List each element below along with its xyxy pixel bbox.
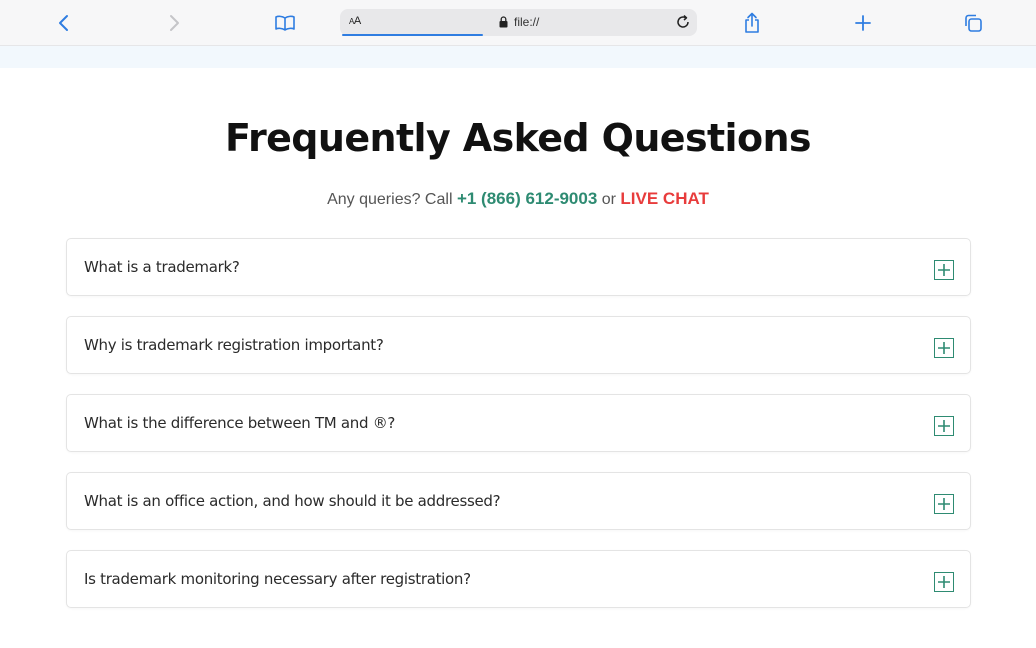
chevron-left-icon <box>59 15 68 31</box>
faq-item[interactable]: What is an office action, and how should… <box>66 472 971 530</box>
share-button[interactable] <box>737 8 767 38</box>
share-icon <box>745 12 759 33</box>
contact-line: Any queries? Call +1 (866) 612-9003 or L… <box>0 189 1036 209</box>
phone-link[interactable]: +1 (866) 612-9003 <box>457 189 597 208</box>
plus-square-icon[interactable] <box>934 494 954 514</box>
book-icon <box>275 15 295 31</box>
tabs-icon <box>965 14 982 32</box>
plus-square-icon[interactable] <box>934 416 954 436</box>
lock-icon <box>499 16 508 28</box>
address-bar[interactable]: AA file:// <box>340 9 697 36</box>
faq-item[interactable]: What is a trademark? <box>66 238 971 296</box>
reader-button[interactable] <box>270 8 300 38</box>
contact-prefix: Any queries? Call <box>327 191 457 208</box>
text-size-button[interactable]: AA <box>349 15 361 27</box>
page-title: Frequently Asked Questions <box>225 116 812 160</box>
url-text: file:// <box>514 15 540 29</box>
faq-question: What is an office action, and how should… <box>84 492 501 510</box>
contact-middle: or <box>597 191 621 208</box>
faq-item[interactable]: Is trademark monitoring necessary after … <box>66 550 971 608</box>
page-load-progress <box>342 34 483 36</box>
faq-item[interactable]: What is the difference between TM and ®? <box>66 394 971 452</box>
faq-question: What is the difference between TM and ®? <box>84 414 396 432</box>
plus-icon <box>855 15 871 31</box>
forward-button[interactable] <box>159 8 189 38</box>
faq-question: Is trademark monitoring necessary after … <box>84 570 471 588</box>
plus-square-icon[interactable] <box>934 572 954 592</box>
faq-item[interactable]: Why is trademark registration important? <box>66 316 971 374</box>
page-top-band <box>0 46 1036 68</box>
faq-question: Why is trademark registration important? <box>84 336 384 354</box>
new-tab-button[interactable] <box>848 8 878 38</box>
chevron-right-icon <box>170 15 179 31</box>
plus-square-icon[interactable] <box>934 338 954 358</box>
faq-question: What is a trademark? <box>84 258 240 276</box>
live-chat-link[interactable]: LIVE CHAT <box>620 189 708 208</box>
faq-list: What is a trademark? Why is trademark re… <box>66 238 971 628</box>
tabs-button[interactable] <box>958 8 988 38</box>
reload-icon[interactable] <box>675 14 691 30</box>
back-button[interactable] <box>49 8 79 38</box>
plus-square-icon[interactable] <box>934 260 954 280</box>
browser-toolbar: AA file:// <box>0 0 1036 46</box>
